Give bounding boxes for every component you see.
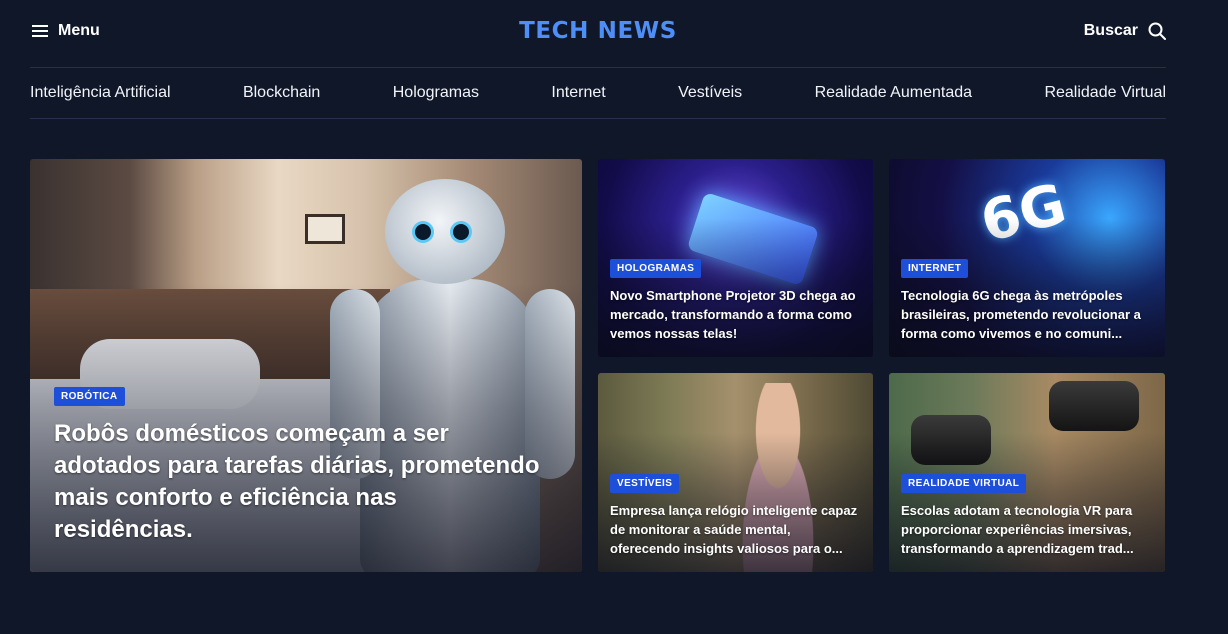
menu-label: Menu [58, 22, 100, 39]
article-title[interactable]: Empresa lança relógio inteligente capaz … [610, 501, 863, 558]
article-card-hologramas[interactable]: HOLOGRAMAS Novo Smartphone Projetor 3D c… [598, 159, 873, 357]
article-title[interactable]: Tecnologia 6G chega às metrópoles brasil… [901, 286, 1155, 343]
category-badge[interactable]: ROBÓTICA [54, 387, 125, 406]
nav-item-blockchain[interactable]: Blockchain [243, 84, 320, 102]
search-label: Buscar [1083, 22, 1138, 39]
search-button[interactable]: Buscar [1084, 22, 1166, 40]
category-badge[interactable]: INTERNET [901, 259, 969, 278]
featured-article-main[interactable]: ROBÓTICA Robôs domésticos começam a ser … [30, 159, 582, 572]
category-nav: Inteligência Artificial Blockchain Holog… [30, 68, 1166, 118]
article-card-realidade-virtual[interactable]: REALIDADE VIRTUAL Escolas adotam a tecno… [889, 373, 1165, 572]
nav-item-vestiveis[interactable]: Vestíveis [678, 84, 742, 102]
article-title[interactable]: Robôs domésticos começam a ser adotados … [54, 418, 542, 546]
article-title[interactable]: Escolas adotam a tecnologia VR para prop… [901, 501, 1155, 558]
article-title[interactable]: Novo Smartphone Projetor 3D chega ao mer… [610, 286, 863, 343]
article-card-vestiveis[interactable]: VESTÍVEIS Empresa lança relógio intelige… [598, 373, 873, 572]
nav-item-inteligencia-artificial[interactable]: Inteligência Artificial [30, 84, 171, 102]
site-logo[interactable]: TECH NEWS [519, 18, 677, 44]
nav-item-hologramas[interactable]: Hologramas [393, 84, 479, 102]
category-badge[interactable]: HOLOGRAMAS [610, 259, 702, 278]
nav-item-realidade-aumentada[interactable]: Realidade Aumentada [815, 84, 972, 102]
category-badge[interactable]: VESTÍVEIS [610, 474, 680, 493]
nav-divider-bottom [30, 118, 1166, 119]
article-card-internet[interactable]: 6G INTERNET Tecnologia 6G chega às metró… [889, 159, 1165, 357]
site-header: Menu TECH NEWS Buscar [30, 0, 1166, 62]
hamburger-icon [32, 24, 48, 38]
nav-item-realidade-virtual[interactable]: Realidade Virtual [1044, 84, 1166, 102]
menu-button[interactable]: Menu [30, 22, 100, 40]
search-icon [1148, 22, 1166, 40]
nav-item-internet[interactable]: Internet [551, 84, 605, 102]
category-badge[interactable]: REALIDADE VIRTUAL [901, 474, 1027, 493]
